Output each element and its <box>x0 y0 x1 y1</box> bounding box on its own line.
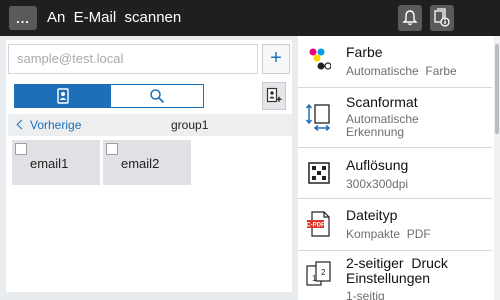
addressbook-icon <box>57 88 69 104</box>
setting-file-type[interactable]: C-PDF Dateityp Kompakte PDF <box>298 199 492 251</box>
destination-panel: sample@test.local + Vorherige group1 ema… <box>0 36 298 300</box>
svg-text:2: 2 <box>321 268 326 277</box>
setting-duplex-value: 1-seitig <box>346 289 385 300</box>
top-bar: ... An E-Mail scannen <box>0 0 500 36</box>
page-title: An E-Mail scannen <box>47 9 182 26</box>
group-navigation: Vorherige group1 <box>8 114 292 136</box>
resolution-icon <box>306 160 332 186</box>
color-icon <box>306 46 332 72</box>
chevron-left-icon <box>16 119 27 130</box>
setting-resolution-value: 300x300dpi <box>346 177 409 191</box>
previous-button[interactable]: Vorherige <box>16 118 81 132</box>
entry-label: email1 <box>30 156 69 171</box>
notification-button[interactable] <box>398 5 422 31</box>
addressbook-add-icon <box>266 87 282 103</box>
entry-checkbox[interactable] <box>15 143 27 155</box>
setting-scan-size-title: Scanformat <box>346 94 418 110</box>
scan-size-icon <box>306 103 332 131</box>
svg-text:1: 1 <box>312 274 317 283</box>
setting-scan-size[interactable]: Scanformat Automatische Erkennung <box>298 88 492 148</box>
search-icon <box>150 89 165 104</box>
setting-resolution[interactable]: Auflösung 300x300dpi <box>298 148 492 199</box>
setting-color[interactable]: Farbe Automatische Farbe <box>298 36 492 88</box>
add-destination-button[interactable]: + <box>262 44 290 74</box>
setting-file-type-value: Kompakte PDF <box>346 227 431 241</box>
tab-search[interactable] <box>111 85 203 107</box>
address-entry[interactable]: email1 <box>12 140 100 185</box>
entry-checkbox[interactable] <box>106 143 118 155</box>
setting-duplex-title-line1: 2-seitiger Druck <box>346 255 448 271</box>
previous-label: Vorherige <box>30 118 82 132</box>
tab-addressbook[interactable] <box>15 85 111 107</box>
group-name: group1 <box>171 118 209 132</box>
pdf-file-icon: C-PDF <box>306 211 332 237</box>
duplex-icon: 1 2 <box>306 261 332 287</box>
settings-scrollbar[interactable] <box>494 36 500 300</box>
setting-color-value: Automatische Farbe <box>346 64 457 78</box>
menu-button[interactable]: ... <box>9 6 37 30</box>
setting-scan-size-value-line2: Erkennung <box>346 125 405 139</box>
job-status-button[interactable] <box>430 5 454 31</box>
setting-duplex-title-line2: Einstellungen <box>346 270 431 286</box>
scrollbar-thumb[interactable] <box>495 44 499 134</box>
settings-panel: Farbe Automatische Farbe Scanformat Auto… <box>298 36 500 300</box>
setting-color-title: Farbe <box>346 44 383 60</box>
setting-file-type-title: Dateityp <box>346 207 398 223</box>
entry-label: email2 <box>121 156 160 171</box>
svg-text:C-PDF: C-PDF <box>307 223 325 229</box>
menu-button-label: ... <box>16 10 30 26</box>
job-status-icon <box>434 8 450 27</box>
setting-resolution-title: Auflösung <box>346 157 409 173</box>
direct-input-button[interactable] <box>262 82 286 110</box>
address-entry[interactable]: email2 <box>103 140 191 185</box>
bell-icon <box>402 10 418 26</box>
email-address-input[interactable]: sample@test.local <box>8 44 258 74</box>
destination-area: sample@test.local + Vorherige group1 ema… <box>6 40 292 292</box>
addressbook-tab-switch <box>14 84 204 108</box>
setting-duplex[interactable]: 1 2 2-seitiger Druck Einstellungen 1-sei… <box>298 251 492 300</box>
